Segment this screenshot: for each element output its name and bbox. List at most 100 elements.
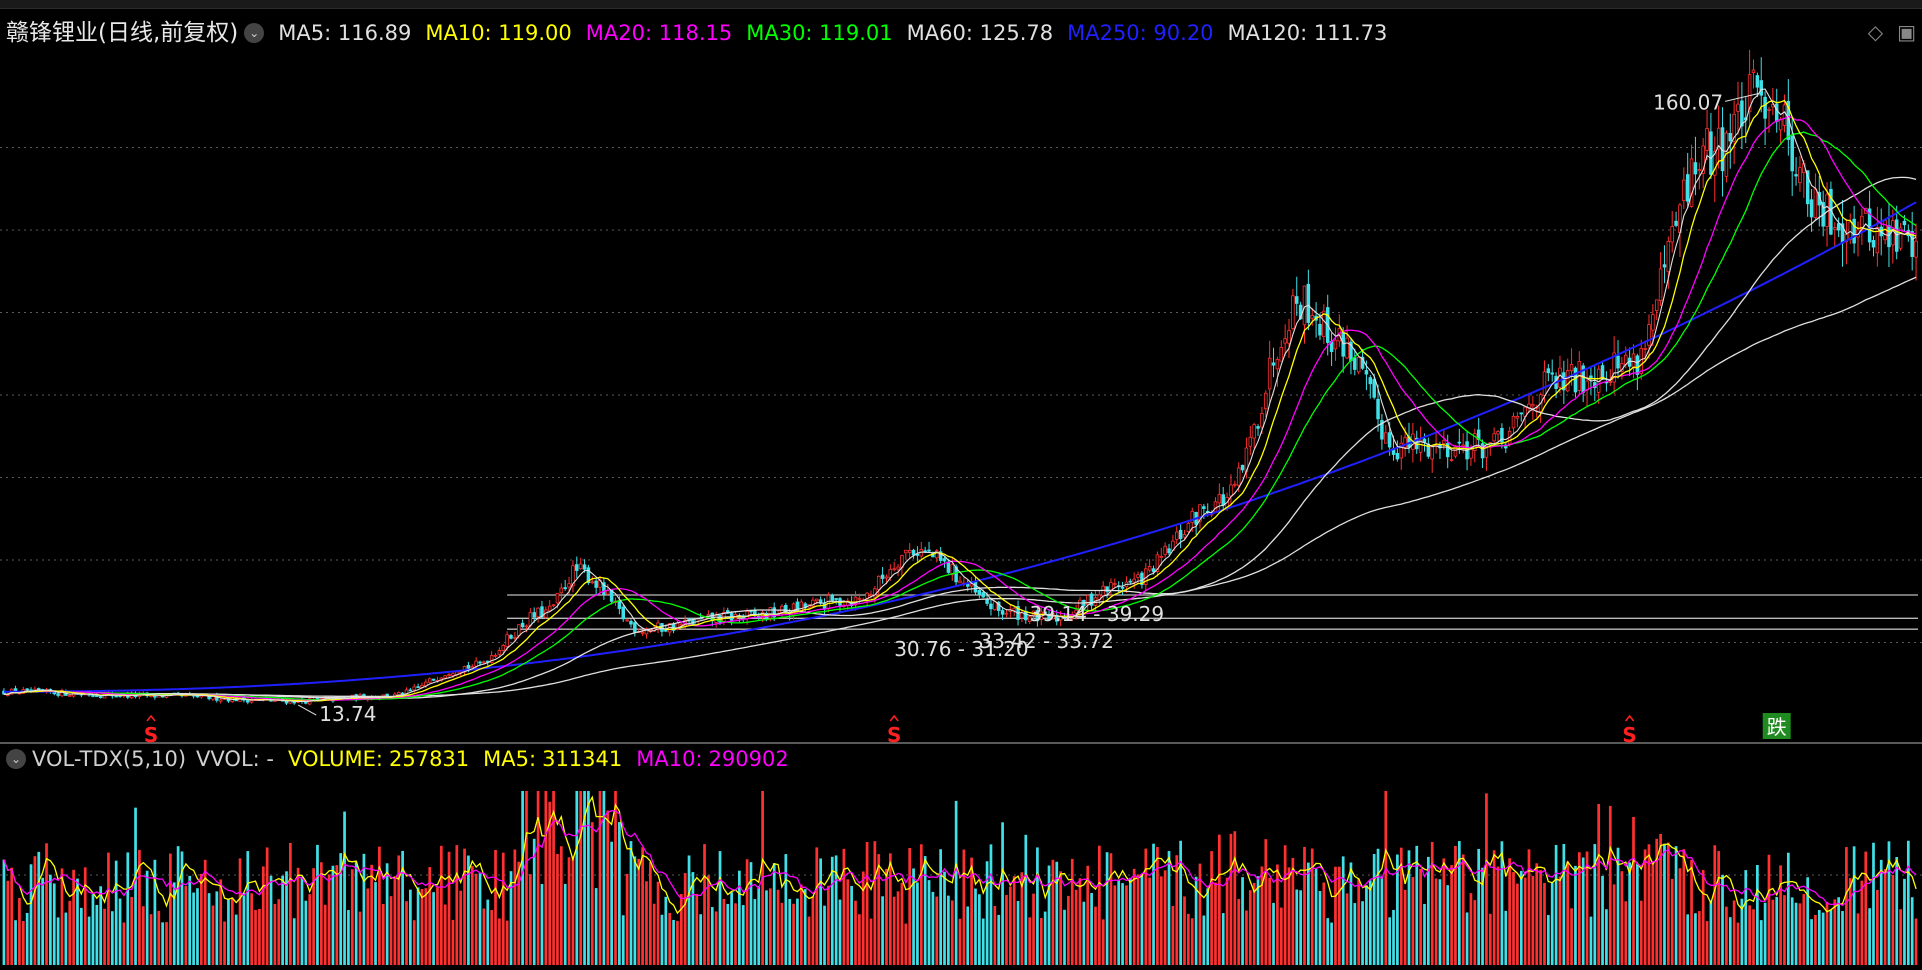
volume-bar xyxy=(1856,913,1860,965)
volume-bar xyxy=(1903,878,1906,965)
candle-body xyxy=(470,666,475,669)
volume-bar xyxy=(110,911,114,965)
volume-bar xyxy=(397,855,401,965)
candle-body xyxy=(745,610,749,620)
volume-bar xyxy=(1899,909,1902,965)
volume-bar xyxy=(954,800,958,965)
candle xyxy=(1759,57,1763,113)
volume-bar xyxy=(1419,868,1422,965)
volume-bar xyxy=(803,889,807,965)
volume-bar xyxy=(83,867,87,965)
candle-body xyxy=(536,607,540,618)
volume-bar xyxy=(1357,878,1361,965)
volume-bar xyxy=(149,914,153,965)
volume-bar xyxy=(161,922,164,965)
candle xyxy=(1167,543,1171,556)
candle xyxy=(1871,235,1876,257)
candle-body xyxy=(1248,436,1253,447)
candle xyxy=(1747,49,1752,125)
candle-body xyxy=(1887,225,1891,248)
volume-bar xyxy=(157,910,161,965)
volume-bar xyxy=(1519,870,1523,965)
candle-body xyxy=(513,636,517,639)
volume-bar xyxy=(323,904,327,965)
volume-bar xyxy=(1790,897,1794,965)
volume-bar xyxy=(1221,913,1225,965)
volume-bar xyxy=(679,894,683,965)
volume-bar xyxy=(707,875,710,965)
volume-bar xyxy=(207,893,211,965)
candle-body xyxy=(1531,404,1535,407)
volume-bar xyxy=(1434,878,1438,965)
volume-bar xyxy=(1651,861,1655,965)
volume-bar xyxy=(1496,866,1500,965)
candle xyxy=(1256,424,1260,436)
candle xyxy=(1519,412,1524,422)
candle-body xyxy=(1430,444,1434,460)
candle xyxy=(1178,524,1183,549)
candle xyxy=(1867,190,1872,251)
candle xyxy=(571,560,575,593)
volume-bar xyxy=(873,841,877,965)
volume-bar xyxy=(1287,867,1291,965)
volume-bar xyxy=(470,866,474,965)
volume-bar xyxy=(552,790,555,965)
volume-bar xyxy=(703,844,706,965)
volume-bar xyxy=(1070,858,1074,965)
candle-body xyxy=(1608,381,1613,383)
candle-body xyxy=(1167,548,1171,554)
candle xyxy=(1720,107,1725,197)
volume-bar xyxy=(405,901,408,965)
candle-body xyxy=(1836,223,1841,231)
volume-bar xyxy=(877,854,881,965)
volume-bar xyxy=(1039,917,1043,965)
candle-body xyxy=(1147,566,1152,571)
candle-body xyxy=(91,695,95,697)
volume-bar xyxy=(768,888,772,965)
candle-body xyxy=(551,604,556,607)
candle-body xyxy=(1264,392,1268,410)
candle xyxy=(1682,167,1686,209)
volume-bar xyxy=(165,922,168,965)
candle xyxy=(1654,299,1659,320)
candle-body xyxy=(1542,371,1547,396)
signal-caret xyxy=(146,714,156,722)
candle-body xyxy=(977,589,982,596)
volume-bar xyxy=(188,875,192,965)
candle-body xyxy=(1279,347,1284,362)
volume-bar xyxy=(1245,910,1248,965)
volume-bar xyxy=(1187,913,1190,965)
price-annotation: 13.74 xyxy=(319,702,376,726)
candle-body xyxy=(907,550,912,553)
candle xyxy=(408,687,413,692)
volume-bar xyxy=(997,914,1001,965)
candle-body xyxy=(884,576,889,579)
candle xyxy=(1798,156,1802,192)
candle-body xyxy=(1004,612,1009,615)
candle-body xyxy=(1894,219,1899,252)
volume-bar xyxy=(1001,822,1004,965)
volume-bar xyxy=(587,790,590,965)
stock-chart[interactable]: 160.0713.7430.76 - 31.2033.42 - 33.7239.… xyxy=(0,0,1922,970)
volume-bar xyxy=(618,822,621,965)
candle-body xyxy=(1260,413,1264,428)
candle xyxy=(273,700,277,703)
volume-bar xyxy=(1736,922,1740,965)
candle-body xyxy=(1740,100,1744,127)
volume-bar xyxy=(203,859,207,965)
volume-bar xyxy=(966,906,970,965)
volume-bar xyxy=(1570,908,1573,965)
volume-bar xyxy=(223,921,226,965)
candle-body xyxy=(1236,467,1241,486)
volume-bar xyxy=(1717,851,1721,965)
volume-bar xyxy=(660,914,664,965)
candle xyxy=(1291,289,1295,331)
candle-body xyxy=(594,580,598,588)
volume-bar xyxy=(478,873,482,965)
volume-bar xyxy=(1566,861,1570,965)
volume-bar xyxy=(676,920,679,965)
volume-bar xyxy=(451,919,455,965)
ma20-line xyxy=(3,115,1917,702)
volume-bar xyxy=(1167,850,1171,965)
candle-body xyxy=(1136,574,1140,578)
